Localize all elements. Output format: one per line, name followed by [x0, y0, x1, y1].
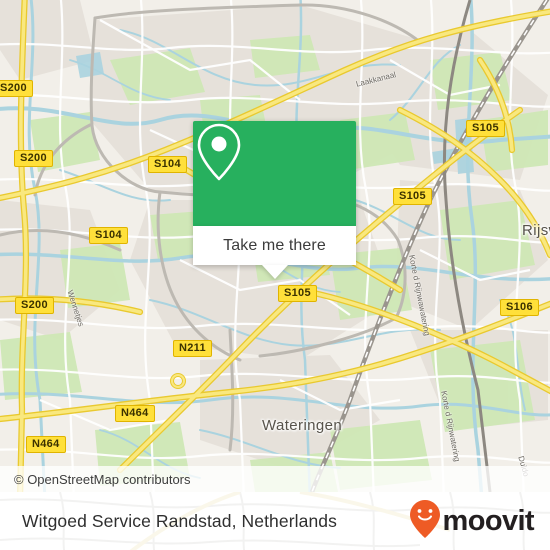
- road-shield-n464-b: N464: [26, 436, 66, 453]
- road-shield-n211: N211: [173, 340, 212, 357]
- popup-tail: [261, 265, 288, 279]
- road-shield-s104-b: S104: [89, 227, 128, 244]
- road-shield-s106: S106: [500, 299, 539, 316]
- moovit-wordmark: moovit: [442, 504, 535, 537]
- road-shield-s104-a: S104: [148, 156, 187, 173]
- poi-title: Witgoed Service Randstad, Netherlands: [22, 510, 337, 531]
- moovit-smiley-pin-icon: [409, 499, 441, 544]
- moovit-brand-logo[interactable]: moovit: [409, 499, 535, 544]
- osm-attribution-text: © OpenStreetMap contributors: [14, 471, 191, 487]
- map-attribution-bar: © OpenStreetMap contributors: [0, 466, 550, 492]
- place-label-wateringen: Wateringen: [262, 417, 343, 434]
- road-shield-s200-b: S200: [14, 150, 53, 167]
- road-shield-s105-a: S105: [466, 120, 505, 137]
- take-me-there-label: Take me there: [223, 236, 326, 254]
- place-label-rijswijk: Rijsw: [522, 222, 550, 239]
- road-shield-n464-a: N464: [115, 405, 155, 422]
- moovit-map-screenshot: S200 S200 S200 S104 S104 S105 S105 S105 …: [0, 0, 550, 550]
- road-shield-s105-b: S105: [393, 188, 432, 205]
- take-me-there-button[interactable]: Take me there: [193, 226, 356, 279]
- road-shield-s105-c: S105: [278, 285, 317, 302]
- map-canvas[interactable]: S200 S200 S200 S104 S104 S105 S105 S105 …: [0, 0, 550, 492]
- road-shield-s200-a: S200: [0, 80, 33, 97]
- location-popup[interactable]: Take me there: [193, 121, 356, 279]
- road-shield-s200-c: S200: [15, 297, 54, 314]
- popup-icon-panel: [193, 121, 356, 226]
- bottom-info-bar: Witgoed Service Randstad, Netherlands mo…: [0, 492, 550, 550]
